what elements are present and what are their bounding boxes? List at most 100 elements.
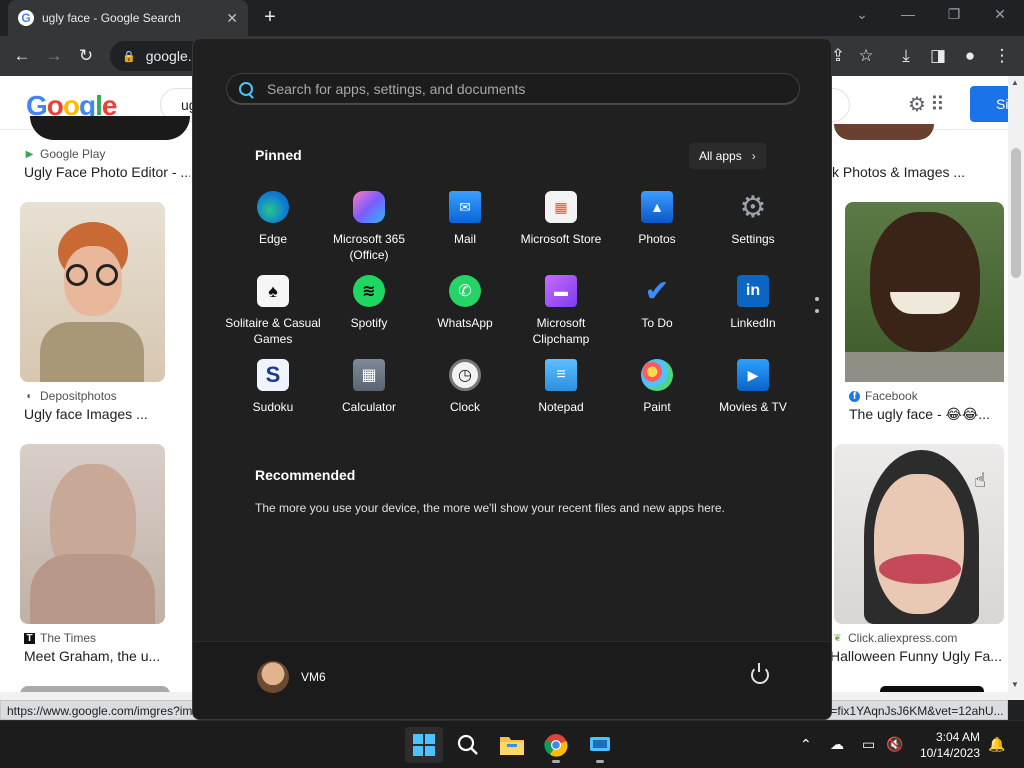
network-monitor-icon[interactable]: ▭ <box>862 736 875 753</box>
start-button[interactable] <box>405 727 443 763</box>
clock-icon: ◷ <box>449 359 481 391</box>
app-movies-tv[interactable]: ▶ Movies & TV <box>703 359 803 415</box>
result-image[interactable] <box>845 202 1004 382</box>
google-favicon-icon: G <box>18 10 34 26</box>
clock-date: 10/14/2023 <box>919 746 980 760</box>
app-settings[interactable]: ⚙ Settings <box>703 191 803 247</box>
settings-gear-icon[interactable]: ⚙ <box>908 92 926 117</box>
power-icon[interactable] <box>751 663 769 684</box>
search-icon <box>457 734 478 755</box>
start-search-box[interactable]: Search for apps, settings, and documents <box>226 73 800 105</box>
photos-icon: ▲ <box>641 191 673 223</box>
show-hidden-icons-chevron-icon[interactable]: ⌃ <box>800 736 812 753</box>
result-caption[interactable]: Ugly face Images ... <box>24 406 190 422</box>
app-mail[interactable]: ✉ Mail <box>415 191 515 247</box>
onedrive-cloud-icon[interactable]: ☁ <box>830 736 844 753</box>
menu-dots-icon[interactable]: ⋮ <box>990 44 1014 68</box>
app-whatsapp[interactable]: ✆ WhatsApp <box>415 275 515 331</box>
bookmark-star-icon[interactable]: ☆ <box>854 44 878 68</box>
minimize-icon[interactable]: — <box>896 6 920 22</box>
window-close-icon[interactable]: ✕ <box>988 6 1012 23</box>
result-source: ◐ Depositphotos <box>24 389 116 403</box>
result-caption[interactable]: k Photos & Images ... <box>832 164 1008 180</box>
lock-icon: 🔒 <box>122 50 136 63</box>
app-spotify[interactable]: ≋ Spotify <box>319 275 419 331</box>
sudoku-icon: S <box>257 359 289 391</box>
taskbar-app[interactable] <box>581 727 619 763</box>
app-paint[interactable]: Paint <box>607 359 707 415</box>
mail-envelope-icon: ✉ <box>449 191 481 223</box>
profile-icon[interactable]: ● <box>958 44 982 68</box>
side-panel-icon[interactable]: ◨ <box>926 44 950 68</box>
browser-tab[interactable]: G ugly face - Google Search ✕ <box>8 0 248 36</box>
taskbar-search-button[interactable] <box>449 727 487 763</box>
new-tab-button[interactable]: + <box>258 6 282 30</box>
restore-icon[interactable]: ❐ <box>942 6 966 23</box>
taskbar-chrome[interactable] <box>537 727 575 763</box>
system-clock[interactable]: 3:04 AM 10/14/2023 <box>918 729 980 761</box>
app-notepad[interactable]: ≡ Notepad <box>511 359 611 415</box>
recommended-message: The more you use your device, the more w… <box>255 501 725 515</box>
app-clipchamp[interactable]: ▬ Microsoft Clipchamp <box>511 275 611 347</box>
notification-bell-icon[interactable]: 🔔 <box>988 736 1005 753</box>
page-dot[interactable] <box>815 297 819 301</box>
download-icon[interactable]: ⤓ <box>894 44 918 68</box>
running-indicator <box>596 760 604 763</box>
app-photos[interactable]: ▲ Photos <box>607 191 707 247</box>
volume-muted-icon[interactable]: 🔇 <box>886 736 903 753</box>
page-dot[interactable] <box>815 309 819 313</box>
movies-tv-icon: ▶ <box>737 359 769 391</box>
user-name[interactable]: VM6 <box>301 670 326 684</box>
tab-title: ugly face - Google Search <box>42 11 181 25</box>
reload-icon[interactable]: ↻ <box>74 44 98 68</box>
app-sudoku[interactable]: S Sudoku <box>223 359 323 415</box>
result-caption[interactable]: The ugly face - 😂😂... <box>849 406 1008 423</box>
apps-grid-icon[interactable]: ⠿ <box>930 92 945 117</box>
app-microsoft-store[interactable]: ▦ Microsoft Store <box>511 191 611 247</box>
start-menu-footer: VM6 <box>193 641 831 719</box>
chrome-icon <box>544 734 568 757</box>
solitaire-cards-icon: ♠ <box>257 275 289 307</box>
pinned-heading: Pinned <box>255 147 302 163</box>
tab-search-chevron-icon[interactable]: ⌄ <box>850 6 874 23</box>
result-source: ▶ Google Play <box>25 147 106 161</box>
result-caption[interactable]: Halloween Funny Ugly Fa... <box>830 648 1008 664</box>
page-scrollbar[interactable]: ▲ ▼ <box>1008 76 1024 692</box>
notepad-icon: ≡ <box>545 359 577 391</box>
app-to-do[interactable]: ✔ To Do <box>607 275 707 331</box>
taskbar-file-explorer[interactable] <box>493 727 531 763</box>
result-source: f Facebook <box>849 389 918 403</box>
forward-icon[interactable]: → <box>42 44 66 68</box>
calculator-icon: ▦ <box>353 359 385 391</box>
app-solitaire[interactable]: ♠ Solitaire & Casual Games <box>223 275 323 347</box>
microsoft-365-icon <box>353 191 385 223</box>
clock-time: 3:04 AM <box>935 730 980 744</box>
the-times-icon: T <box>24 632 35 644</box>
result-image[interactable] <box>20 444 165 624</box>
result-image[interactable] <box>30 116 190 140</box>
app-edge[interactable]: Edge <box>223 191 323 247</box>
paint-palette-icon <box>641 359 673 391</box>
back-icon[interactable]: ← <box>10 44 34 68</box>
clipchamp-icon: ▬ <box>545 275 577 307</box>
app-microsoft-365[interactable]: Microsoft 365 (Office) <box>319 191 419 263</box>
windows-logo-icon <box>413 734 435 756</box>
scrollbar-thumb[interactable] <box>1011 148 1021 278</box>
linkedin-icon: in <box>737 275 769 307</box>
scroll-down-icon[interactable]: ▼ <box>1011 680 1019 689</box>
result-caption[interactable]: Ugly Face Photo Editor - ... <box>24 164 190 180</box>
scroll-up-icon[interactable]: ▲ <box>1011 78 1019 87</box>
app-calculator[interactable]: ▦ Calculator <box>319 359 419 415</box>
result-image[interactable] <box>834 124 934 140</box>
to-do-check-icon: ✔ <box>644 274 670 308</box>
close-tab-icon[interactable]: ✕ <box>226 10 238 27</box>
app-linkedin[interactable]: in LinkedIn <box>703 275 803 331</box>
settings-gear-icon: ⚙ <box>739 190 767 224</box>
app-clock[interactable]: ◷ Clock <box>415 359 515 415</box>
result-image[interactable] <box>20 202 165 382</box>
chevron-right-icon: › <box>751 149 756 163</box>
depositphotos-icon: ◐ <box>26 390 33 402</box>
result-caption[interactable]: Meet Graham, the u... <box>24 648 190 664</box>
user-avatar[interactable] <box>257 661 289 693</box>
all-apps-button[interactable]: All apps › <box>689 143 766 169</box>
